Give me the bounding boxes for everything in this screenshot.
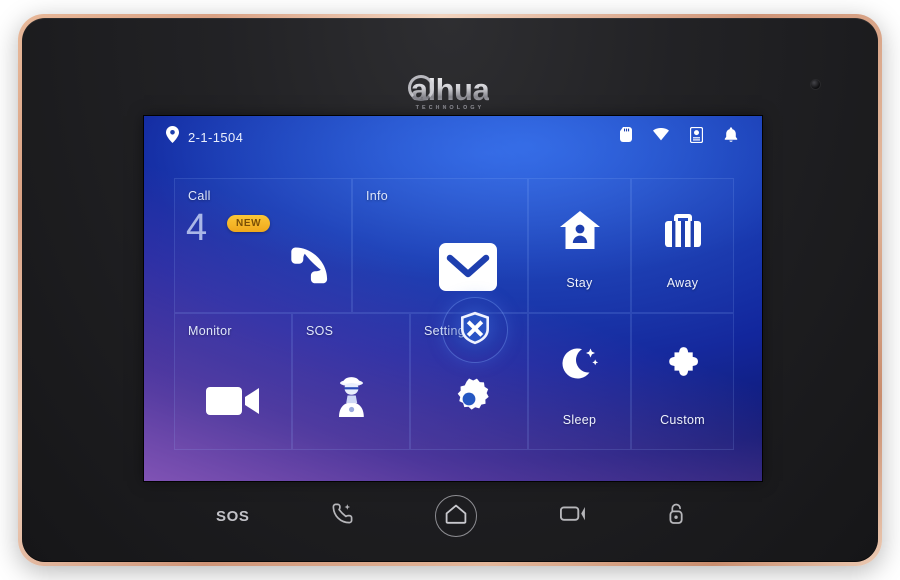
sos-key-label: SOS	[216, 507, 250, 525]
puzzle-icon	[663, 346, 703, 391]
home-person-icon	[559, 211, 600, 254]
status-bar: 2-1-1504	[144, 116, 762, 158]
mail-icon	[439, 243, 497, 296]
video-camera-icon	[206, 384, 260, 423]
unlock-key[interactable]	[668, 503, 684, 529]
tile-away-label: Away	[666, 276, 699, 290]
tile-custom[interactable]: Custom	[631, 313, 734, 450]
call-key[interactable]	[332, 503, 353, 529]
monitor-key[interactable]	[559, 505, 586, 527]
sos-key[interactable]: SOS	[216, 508, 249, 525]
tile-info[interactable]: Info	[352, 178, 528, 313]
shield-x-icon	[460, 311, 490, 350]
status-bar-right	[620, 126, 738, 148]
tile-sleep[interactable]: Sleep	[528, 313, 631, 450]
camera-icon	[559, 505, 586, 527]
device-body: alhua TECHNOLOGY 2-1-1504 Call 4 NEW Inf…	[22, 18, 878, 562]
tile-monitor-label: Monitor	[188, 324, 232, 338]
tile-monitor[interactable]: Monitor	[174, 313, 292, 450]
map-pin-icon	[166, 126, 179, 148]
tile-call-count: 4	[186, 207, 208, 249]
home-icon	[445, 504, 467, 529]
brand-wordmark: alhua TECHNOLOGY	[407, 74, 489, 111]
tile-stay-label: Stay	[566, 276, 593, 290]
tile-sos[interactable]: SOS	[292, 313, 410, 450]
tile-sleep-label: Sleep	[562, 413, 597, 427]
hardware-key-row: SOS	[144, 492, 756, 540]
tile-sos-label: SOS	[306, 324, 334, 338]
status-bar-left: 2-1-1504	[166, 126, 243, 148]
storage-icon	[689, 126, 704, 148]
shield-disarm-button[interactable]	[443, 298, 507, 362]
tile-info-label: Info	[366, 189, 389, 203]
device-frame: alhua TECHNOLOGY 2-1-1504 Call 4 NEW Inf…	[18, 14, 882, 566]
home-key[interactable]	[435, 495, 478, 537]
bell-icon	[724, 126, 738, 148]
camera-lens-icon	[811, 80, 820, 89]
phone-call-icon	[332, 503, 353, 529]
tile-away[interactable]: Away	[631, 178, 734, 313]
lcd-screen[interactable]: 2-1-1504 Call 4 NEW Info Stay Away Monit…	[144, 116, 762, 481]
tile-custom-label: Custom	[660, 413, 705, 427]
gear-icon	[448, 378, 490, 425]
tile-stay[interactable]: Stay	[528, 178, 631, 313]
brand-logo: alhua TECHNOLOGY	[22, 74, 878, 114]
wifi-icon	[653, 127, 669, 146]
moon-icon	[560, 346, 600, 391]
sd-card-icon	[620, 127, 632, 147]
tile-call[interactable]: Call 4 NEW	[174, 178, 352, 313]
brand-subtitle: TECHNOLOGY	[415, 105, 485, 111]
brand-ring-icon	[407, 75, 434, 101]
guard-icon	[331, 376, 371, 423]
tile-call-label: Call	[188, 189, 211, 203]
unlock-icon	[668, 503, 684, 529]
phone-icon	[281, 237, 345, 306]
status-location-text: 2-1-1504	[188, 129, 244, 145]
briefcase-icon	[664, 211, 702, 254]
tile-call-new-badge: NEW	[227, 215, 271, 232]
